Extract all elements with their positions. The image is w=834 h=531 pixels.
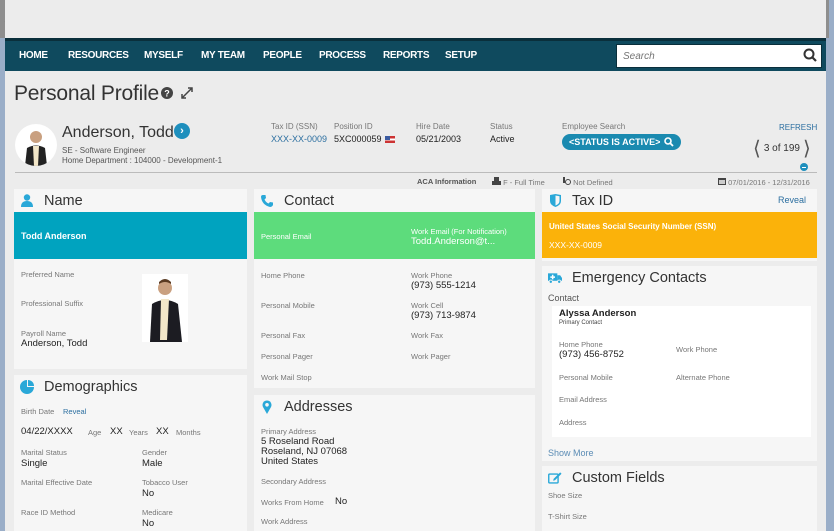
emergency-contacts-card: Emergency Contacts Contact Alyssa Anders… [542, 266, 817, 461]
global-search [616, 44, 822, 68]
nav-my-team[interactable]: MY TEAM [201, 50, 245, 61]
demographics-card-header: Demographics [14, 375, 247, 398]
tax-id-field: Tax ID (SSN) XXX-XX-0009 [271, 122, 328, 144]
payroll-name: Anderson, Todd [21, 338, 88, 349]
chevron-left-icon[interactable]: ⟨ [753, 138, 761, 158]
tax-id-band: United States Social Security Number (SS… [542, 212, 817, 258]
main-nav: HOME RESOURCES MYSELF MY TEAM PEOPLE PRO… [5, 38, 826, 71]
addresses-card: Addresses Primary Address 5 Roseland Roa… [254, 395, 535, 531]
search-icon [664, 137, 674, 147]
custom-fields-card-header: Custom Fields [542, 466, 817, 489]
collapse-icon[interactable] [800, 163, 808, 171]
help-icon[interactable]: ? [161, 87, 173, 99]
app-frame: HOME RESOURCES MYSELF MY TEAM PEOPLE PRO… [5, 0, 826, 531]
nav-reports[interactable]: REPORTS [383, 50, 430, 61]
shield-icon [548, 194, 562, 208]
name-card: Name Todd Anderson Preferred Name Profes… [14, 189, 247, 369]
aca-label: ACA Information [417, 177, 477, 186]
name-band: Todd Anderson [14, 212, 247, 259]
aca-employment: F - Full Time [492, 177, 545, 187]
ssn-value: XXX-XX-0009 [549, 240, 602, 250]
refresh-link[interactable]: REFRESH [779, 123, 817, 132]
nav-resources[interactable]: RESOURCES [68, 50, 129, 61]
birth-date-value: 04/22/XXXX [21, 426, 73, 437]
nav-process[interactable]: PROCESS [319, 50, 366, 61]
chevron-right-icon[interactable]: › [174, 123, 190, 139]
employee-pager: ⟨ 3 of 199 ⟩ [753, 136, 811, 160]
inbox-icon [492, 177, 501, 185]
pie-chart-icon [20, 379, 34, 394]
nav-myself[interactable]: MYSELF [144, 50, 183, 61]
tax-id-reveal-link[interactable]: Reveal [778, 195, 806, 205]
hire-date-field: Hire Date 05/21/2003 [416, 122, 462, 144]
emergency-contact-entry: Alyssa Anderson Primary Contact Home Pho… [552, 306, 811, 437]
person-icon [20, 194, 34, 208]
nav-home[interactable]: HOME [19, 50, 48, 61]
emergency-card-header: Emergency Contacts [542, 266, 817, 289]
contact-name: Alyssa Anderson [559, 308, 637, 319]
ambulance-icon [548, 271, 562, 285]
employee-search-filter[interactable]: <STATUS IS ACTIVE> [562, 134, 682, 150]
nav-setup[interactable]: SETUP [445, 50, 477, 61]
employee-search-field: Employee Search <STATUS IS ACTIVE> [562, 122, 682, 150]
demographics-card: Demographics Birth Date Reveal 04/22/XXX… [14, 375, 247, 531]
phone-icon [260, 194, 274, 208]
profile-avatar [15, 124, 57, 166]
map-pin-icon [260, 399, 274, 414]
position-id-field: Position ID 5XC000059 [334, 122, 395, 144]
employee-position: SE - Software Engineer [62, 146, 146, 155]
work-email-link[interactable]: Todd.Anderson@t... [411, 236, 495, 247]
aca-period: 07/01/2016 - 12/31/2016 [718, 177, 810, 187]
page-title: Personal Profile [14, 82, 160, 105]
custom-fields-card: Custom Fields Shoe Size T-Shirt Size [542, 466, 817, 531]
search-icon[interactable] [803, 48, 817, 67]
search-input[interactable] [617, 45, 797, 67]
aca-measurement: Not Defined [562, 177, 613, 187]
divider [15, 172, 817, 173]
us-flag-icon [384, 136, 395, 143]
nav-people[interactable]: PEOPLE [263, 50, 302, 61]
addresses-card-header: Addresses [254, 395, 535, 418]
full-name: Todd Anderson [21, 231, 87, 241]
tax-id-link[interactable]: XXX-XX-0009 [271, 134, 327, 144]
contact-card-header: Contact [254, 189, 535, 212]
status-field: Status Active [490, 122, 515, 144]
edit-icon [548, 471, 562, 485]
employee-name: Anderson, Todd [62, 124, 174, 141]
name-card-header: Name [14, 189, 247, 212]
employee-photo[interactable] [142, 274, 188, 342]
title-icons: ? [161, 87, 193, 99]
measurement-icon [563, 177, 571, 185]
expand-icon[interactable] [181, 87, 193, 99]
tax-id-card-header: Tax ID Reveal [542, 189, 817, 212]
employee-department: Home Department : 104000 - Development-1 [62, 156, 223, 165]
contact-card: Contact Personal Email Work Email (For N… [254, 189, 535, 388]
svg-text:?: ? [164, 89, 170, 99]
chevron-right-icon[interactable]: ⟩ [803, 138, 811, 158]
show-more-link[interactable]: Show More [548, 448, 594, 458]
calendar-icon [718, 178, 726, 185]
birth-date-reveal-link[interactable]: Reveal [63, 407, 86, 416]
email-band: Personal Email Work Email (For Notificat… [254, 212, 535, 259]
tax-id-card: Tax ID Reveal United States Social Secur… [542, 189, 817, 261]
